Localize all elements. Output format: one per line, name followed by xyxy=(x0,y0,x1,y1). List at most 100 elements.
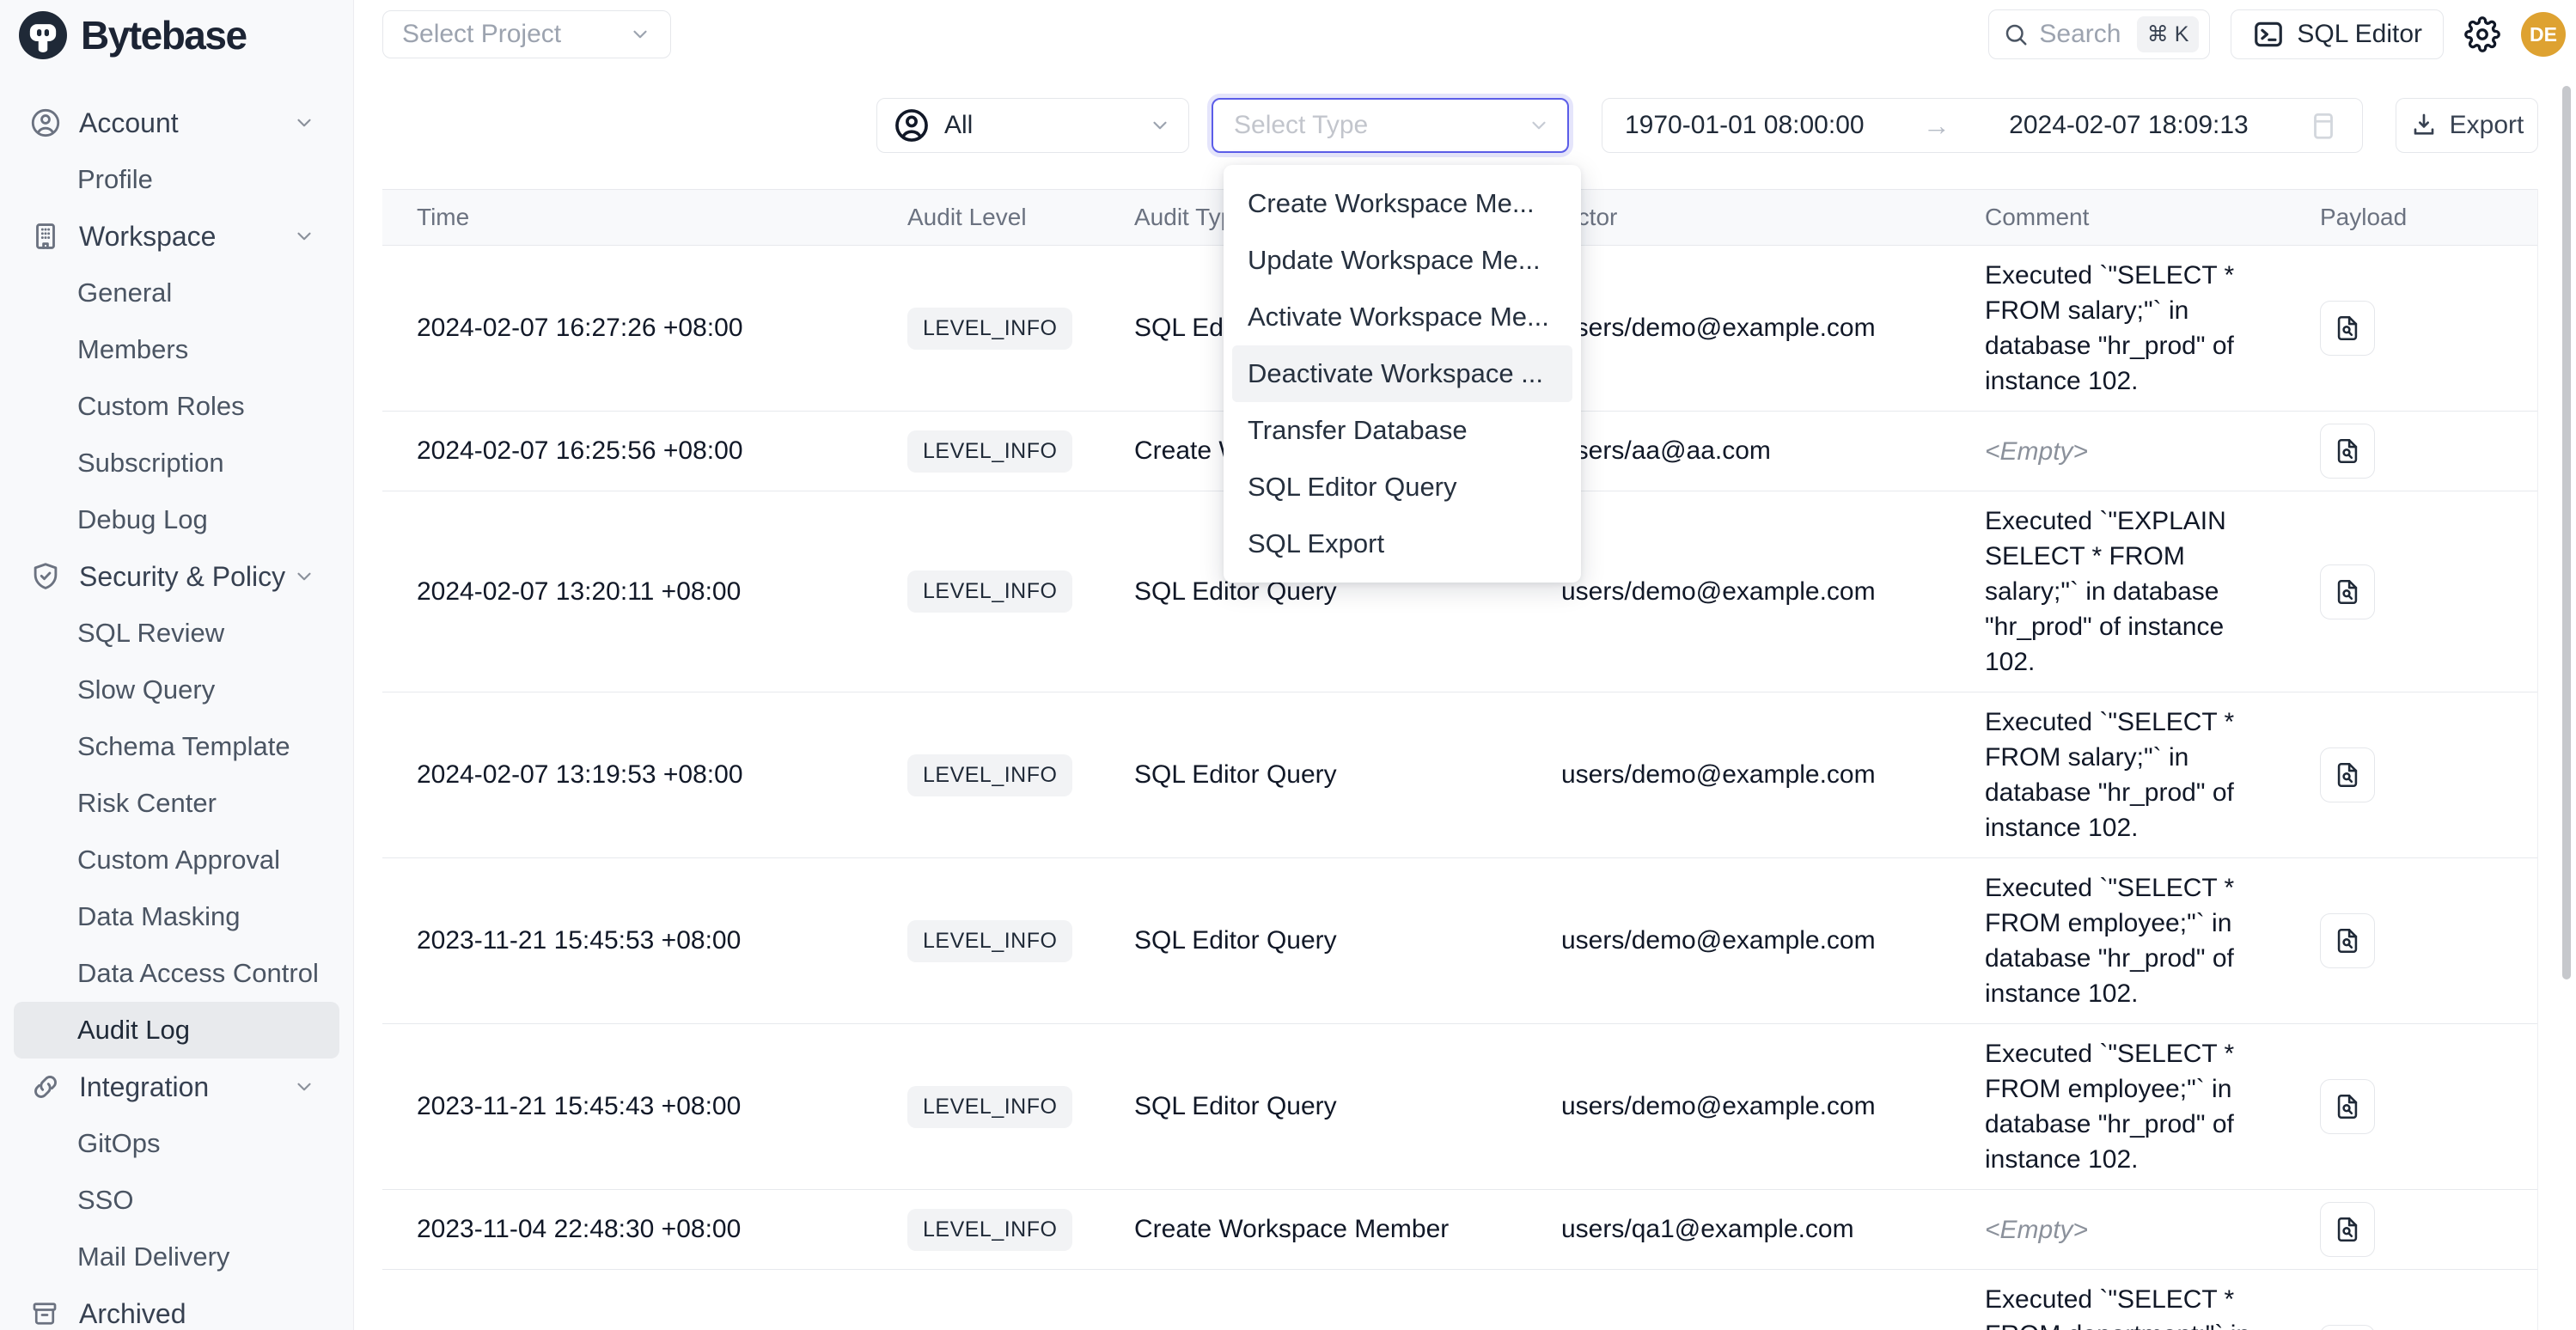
sidebar-group-security-policy[interactable]: Security & Policy xyxy=(0,548,353,605)
sidebar-item-data-masking[interactable]: Data Masking xyxy=(0,888,353,945)
vertical-scrollbar[interactable] xyxy=(2562,86,2571,979)
sidebar-item-profile[interactable]: Profile xyxy=(0,151,353,208)
gear-icon[interactable] xyxy=(2464,16,2500,52)
sidebar-item-gitops[interactable]: GitOps xyxy=(0,1115,353,1172)
dropdown-option-activate-workspace-me[interactable]: Activate Workspace Me... xyxy=(1224,289,1581,345)
payload-button[interactable] xyxy=(2320,1202,2375,1257)
dropdown-option-sql-export[interactable]: SQL Export xyxy=(1224,516,1581,572)
search-icon xyxy=(2003,21,2029,47)
sidebar-item-archived[interactable]: Archived xyxy=(0,1285,353,1330)
date-range-picker[interactable]: 1970-01-01 08:00:00 → 2024-02-07 18:09:1… xyxy=(1602,98,2363,153)
time-cell: 2023-11-21 15:45:43 +08:00 xyxy=(417,1092,907,1121)
audit-type-cell: SQL Editor Query xyxy=(1134,926,1561,955)
dropdown-option-transfer-database[interactable]: Transfer Database xyxy=(1224,402,1581,459)
actor-cell: users/demo@example.com xyxy=(1561,926,1985,955)
dropdown-option-create-workspace-me[interactable]: Create Workspace Me... xyxy=(1224,175,1581,232)
sidebar-item-sql-review[interactable]: SQL Review xyxy=(0,605,353,662)
sql-editor-button[interactable]: SQL Editor xyxy=(2231,9,2444,59)
sidebar-item-subscription[interactable]: Subscription xyxy=(0,435,353,491)
table-row: 2023-11-04 22:48:30 +08:00LEVEL_INFOCrea… xyxy=(382,1190,2537,1270)
actor-cell: users/demo@example.com xyxy=(1561,760,1985,790)
payload-button[interactable] xyxy=(2320,1079,2375,1134)
archive-icon xyxy=(29,1298,60,1329)
sidebar-item-custom-approval[interactable]: Custom Approval xyxy=(0,832,353,888)
payload-cell xyxy=(2320,1079,2537,1134)
table-row: 2023-11-04 21:26:34 +08:00LEVEL_INFOSQL … xyxy=(382,1270,2537,1330)
search-input[interactable]: Search ⌘ K xyxy=(1988,9,2210,59)
table-row: 2023-11-21 15:45:43 +08:00LEVEL_INFOSQL … xyxy=(382,1024,2537,1190)
payload-cell xyxy=(2320,747,2537,802)
actor-filter-value: All xyxy=(944,111,1149,140)
sidebar-group-label: Integration xyxy=(79,1071,293,1103)
sidebar-item-data-access-control[interactable]: Data Access Control xyxy=(0,945,353,1002)
level-badge: LEVEL_INFO xyxy=(907,754,1072,796)
search-shortcut-badge: ⌘ K xyxy=(2137,16,2200,52)
payload-button[interactable] xyxy=(2320,913,2375,968)
file-search-icon xyxy=(2333,577,2362,607)
sidebar-item-custom-roles[interactable]: Custom Roles xyxy=(0,378,353,435)
sidebar-group-integration[interactable]: Integration xyxy=(0,1059,353,1115)
time-cell: 2023-11-21 15:45:53 +08:00 xyxy=(417,926,907,955)
topbar: Select Project Search ⌘ K SQL xyxy=(354,0,2576,60)
date-to[interactable]: 2024-02-07 18:09:13 xyxy=(2009,111,2249,140)
payload-cell xyxy=(2320,1325,2537,1330)
select-project-dropdown[interactable]: Select Project xyxy=(382,10,671,58)
sidebar-item-sso[interactable]: SSO xyxy=(0,1172,353,1229)
main-area: Select Project Search ⌘ K SQL xyxy=(354,0,2576,1330)
dropdown-option-sql-editor-query[interactable]: SQL Editor Query xyxy=(1224,459,1581,516)
file-search-icon xyxy=(2333,436,2362,466)
dropdown-option-deactivate-workspace[interactable]: Deactivate Workspace ... xyxy=(1232,345,1572,402)
date-from[interactable]: 1970-01-01 08:00:00 xyxy=(1625,111,1865,140)
type-filter-select[interactable]: Select Type xyxy=(1212,98,1569,153)
time-cell: 2024-02-07 13:20:11 +08:00 xyxy=(417,577,907,607)
payload-button[interactable] xyxy=(2320,1325,2375,1330)
payload-cell xyxy=(2320,424,2537,479)
payload-button[interactable] xyxy=(2320,747,2375,802)
type-dropdown-menu: Create Workspace Me...Update Workspace M… xyxy=(1224,165,1581,583)
arrow-right-icon: → xyxy=(1923,110,1950,142)
payload-button[interactable] xyxy=(2320,424,2375,479)
comment-cell: Executed `"SELECT * FROM employee;"` in … xyxy=(1985,1036,2277,1177)
sidebar-group-account[interactable]: Account xyxy=(0,95,353,151)
calendar-icon xyxy=(2307,109,2340,142)
actor-cell: users/aa@aa.com xyxy=(1561,436,1985,466)
dropdown-option-update-workspace-me[interactable]: Update Workspace Me... xyxy=(1224,232,1581,289)
shield-check-icon xyxy=(29,560,62,593)
level-badge: LEVEL_INFO xyxy=(907,1086,1072,1128)
sidebar-group-workspace[interactable]: Workspace xyxy=(0,208,353,265)
chevron-down-icon xyxy=(629,23,651,46)
building-icon xyxy=(29,220,62,253)
sidebar-item-general[interactable]: General xyxy=(0,265,353,321)
sidebar-item-audit-log[interactable]: Audit Log xyxy=(14,1002,339,1059)
sidebar-nav: AccountProfileWorkspaceGeneralMembersCus… xyxy=(0,60,353,1330)
audit-level-cell: LEVEL_INFO xyxy=(907,920,1134,962)
comment-cell: Executed `"SELECT * FROM salary;"` in da… xyxy=(1985,705,2277,845)
sidebar-item-schema-template[interactable]: Schema Template xyxy=(0,718,353,775)
sidebar: Bytebase AccountProfileWorkspaceGeneralM… xyxy=(0,0,354,1330)
payload-button[interactable] xyxy=(2320,564,2375,619)
sidebar-group-label: Account xyxy=(79,107,293,139)
sidebar-item-mail-delivery[interactable]: Mail Delivery xyxy=(0,1229,353,1285)
sidebar-item-risk-center[interactable]: Risk Center xyxy=(0,775,353,832)
audit-type-cell: Create Workspace Member xyxy=(1134,1215,1561,1244)
actor-cell: users/demo@example.com xyxy=(1561,577,1985,607)
audit-level-cell: LEVEL_INFO xyxy=(907,570,1134,613)
export-button[interactable]: Export xyxy=(2396,98,2538,153)
bytebase-logo[interactable]: Bytebase xyxy=(0,0,353,60)
sidebar-item-slow-query[interactable]: Slow Query xyxy=(0,662,353,718)
brand-name: Bytebase xyxy=(81,12,247,58)
actor-filter-select[interactable]: All xyxy=(876,98,1189,153)
sidebar-item-debug-log[interactable]: Debug Log xyxy=(0,491,353,548)
sidebar-item-members[interactable]: Members xyxy=(0,321,353,378)
terminal-icon xyxy=(2252,18,2285,51)
avatar[interactable]: DE xyxy=(2521,12,2566,57)
comment-cell: Executed `"SELECT * FROM employee;"` in … xyxy=(1985,870,2277,1011)
audit-level-cell: LEVEL_INFO xyxy=(907,1209,1134,1251)
sidebar-item-label: Archived xyxy=(79,1298,186,1330)
bytebase-logo-icon xyxy=(19,11,67,59)
actor-cell: users/qa1@example.com xyxy=(1561,1215,1985,1244)
column-header-actor: Actor xyxy=(1561,204,1985,231)
payload-button[interactable] xyxy=(2320,301,2375,356)
sidebar-group-label: Workspace xyxy=(79,221,293,253)
person-circle-icon xyxy=(893,107,931,144)
